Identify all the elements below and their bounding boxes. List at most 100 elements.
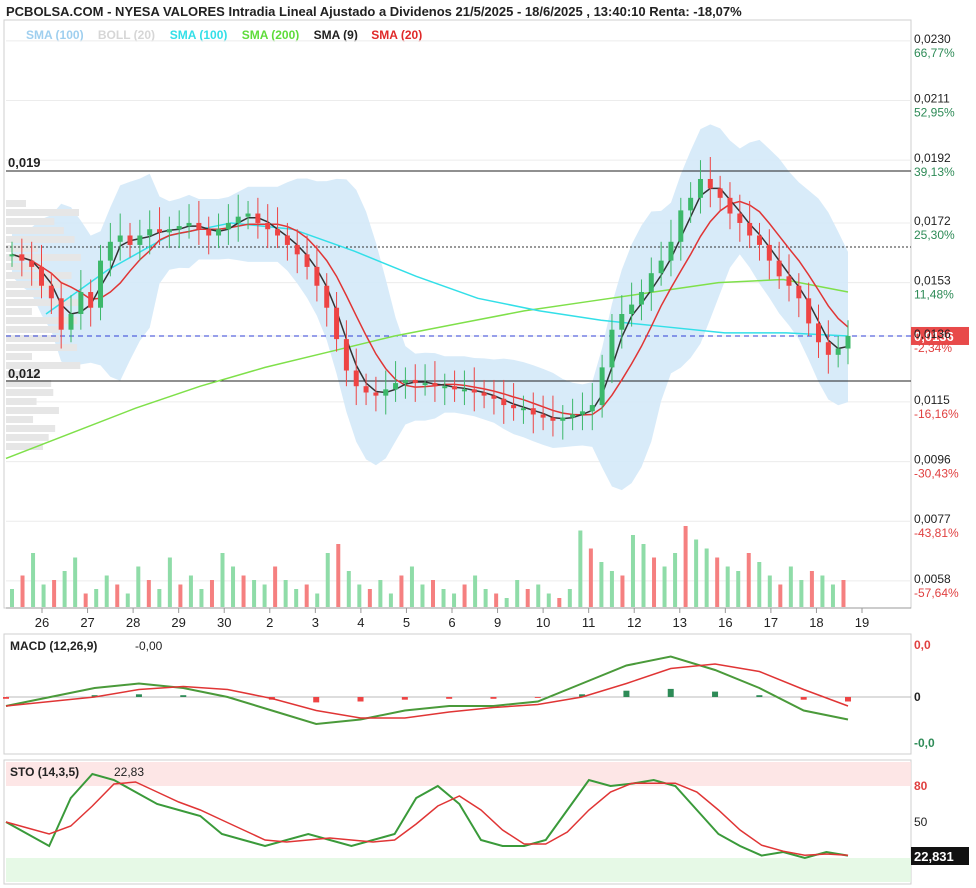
date-tick-12: 11 [582, 615, 596, 630]
volume-bar [273, 566, 278, 607]
candle-body [825, 342, 831, 355]
volume-bar [609, 571, 614, 607]
candle-body [540, 414, 546, 418]
date-tick-5: 2 [266, 615, 273, 630]
volume-bar [578, 530, 583, 607]
volume-bar [673, 553, 678, 607]
stock-chart: PCBOLSA.COM - NYESA VALORES Intradia Lin… [3, 4, 969, 885]
candle-body [756, 235, 762, 245]
price-tick-4: 0,0153 [914, 274, 951, 288]
volume-bar [104, 575, 109, 607]
date-tick-14: 13 [673, 615, 687, 630]
volume-bar [294, 589, 299, 607]
candle-body [688, 197, 694, 211]
candle-body [658, 260, 664, 274]
volume-bar [336, 544, 341, 607]
candle-body [9, 254, 15, 257]
candle-body [501, 398, 507, 406]
candle-body [402, 379, 408, 384]
volume-bar [136, 566, 141, 607]
volume-bar [431, 580, 435, 607]
price-tick-0: 0,0230 [914, 32, 951, 46]
date-tick-9: 6 [448, 615, 455, 630]
volume-bar [252, 580, 257, 607]
candle-body [137, 235, 143, 245]
candle-body [520, 408, 526, 411]
volume-bar [494, 593, 499, 607]
pct-tick-3: 25,30% [914, 228, 955, 242]
volume-bar [52, 580, 57, 607]
date-tick-13: 12 [627, 615, 641, 630]
candle-body [638, 292, 644, 305]
candle-body [835, 348, 841, 355]
volume-profile-bar [6, 326, 60, 333]
candle-body [235, 216, 241, 223]
volume-profile-bar [6, 272, 72, 279]
candle-body [98, 260, 104, 308]
volume-bar [630, 535, 635, 607]
date-tick-11: 10 [536, 615, 550, 630]
candle-body [373, 392, 379, 396]
volume-bar [736, 571, 741, 607]
volume-bar [767, 575, 772, 607]
legend-item-5: SMA (20) [371, 28, 422, 42]
price-axis: 0,023066,77% 0,021152,95% 0,019239,13% 0,01… [914, 32, 959, 600]
candle-body [678, 210, 684, 242]
macd-panel: 0,0 0 -0,0 [3, 638, 935, 750]
date-tick-6: 3 [312, 615, 319, 630]
candle-body [275, 229, 281, 236]
volume-bar [504, 598, 509, 607]
volume-profile-bar [6, 218, 55, 225]
volume-bar [188, 575, 193, 607]
volume-bar [388, 593, 393, 607]
volume-bar [567, 589, 572, 607]
volume-profile-bar [6, 236, 75, 243]
candle-body [117, 235, 123, 242]
date-tick-7: 4 [357, 615, 364, 630]
volume-bar [788, 566, 793, 607]
volume-profile-bar [6, 209, 79, 216]
legend-item-2: SMA (100) [170, 28, 228, 42]
volume-bar [483, 589, 488, 607]
candle-body [265, 222, 271, 230]
price-tick-1: 0,0211 [914, 91, 950, 105]
volume-bar [241, 575, 246, 607]
volume-bar [662, 566, 667, 607]
volume-bar [399, 575, 404, 607]
sto-label: STO (14,3,5) [10, 765, 79, 779]
volume-profile-bar [6, 398, 37, 405]
macd-histogram-bar [490, 697, 497, 699]
volume-profile-bar [6, 389, 54, 396]
candle-body [304, 254, 310, 267]
sto-value: 22,83 [114, 765, 144, 779]
candle-body [599, 367, 605, 406]
macd-histogram-bar [3, 697, 9, 699]
volume-bar [694, 539, 699, 607]
volume-bar [325, 553, 330, 607]
candle-body [166, 229, 172, 233]
candle-body [796, 285, 802, 299]
sto-panel: 80 50 22,831 [5, 762, 969, 882]
candle-body [697, 178, 703, 198]
volume-bar [31, 553, 36, 607]
volume-bar [220, 553, 225, 607]
volume-bar [304, 584, 309, 607]
candle-body [442, 386, 448, 389]
candle-body [432, 383, 438, 387]
volume-bar [820, 575, 825, 607]
volume-bar [620, 575, 625, 607]
date-tick-15: 16 [718, 615, 732, 630]
volume-bar [378, 580, 383, 607]
volume-bar [525, 589, 530, 607]
macd-histogram-bar [135, 694, 142, 697]
candle-body [776, 260, 782, 277]
macd-tick-1: 0 [914, 690, 921, 704]
volume-bar [757, 562, 762, 607]
pct-tick-8: -43,81% [914, 526, 959, 540]
pct-tick-4: 11,48% [914, 288, 954, 302]
candle-body [766, 244, 772, 261]
candle-body [471, 389, 477, 393]
volume-bar [515, 580, 520, 607]
candle-body [78, 292, 84, 314]
volume-bar [746, 553, 751, 607]
